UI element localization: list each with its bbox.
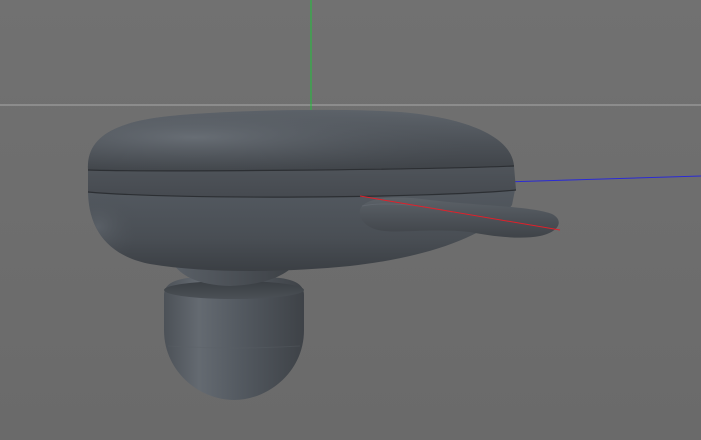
3d-viewport[interactable] — [0, 0, 701, 440]
viewport-scene[interactable] — [0, 0, 701, 440]
